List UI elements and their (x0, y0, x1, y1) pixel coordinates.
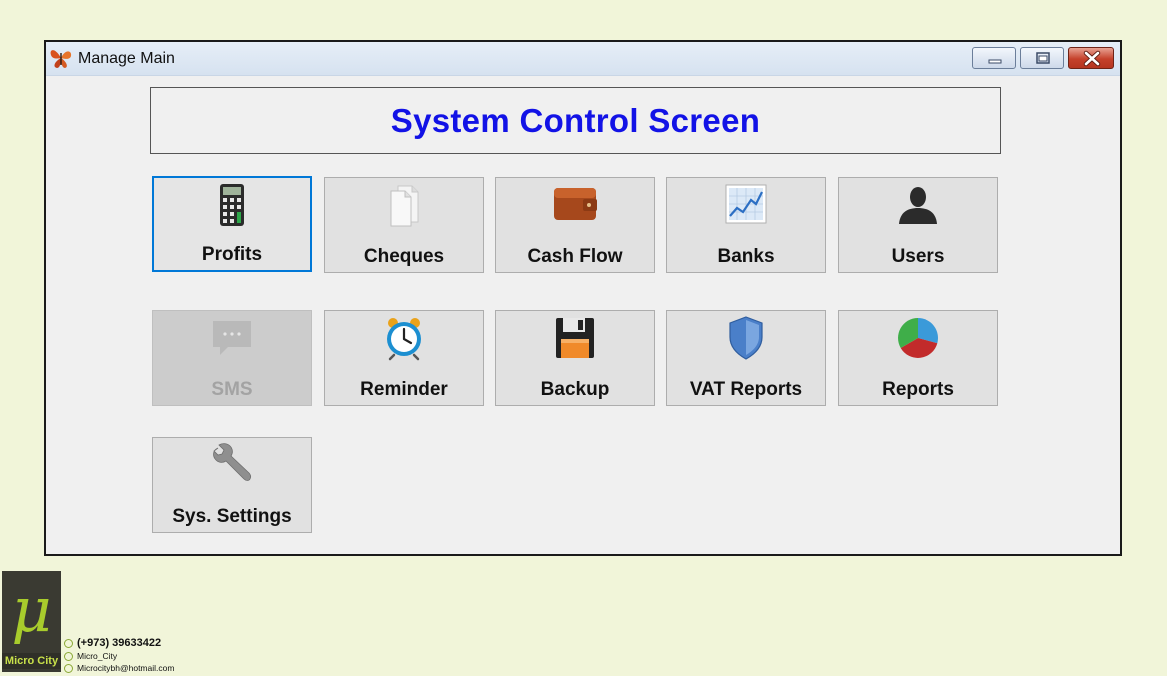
backup-button[interactable]: Backup (495, 310, 655, 406)
window-title: Manage Main (78, 50, 175, 67)
reports-button[interactable]: Reports (838, 310, 998, 406)
calculator-icon (220, 184, 244, 226)
contact-email: Microcitybh@hotmail.com (64, 662, 174, 674)
contact-phone: (+973) 39633422 (64, 636, 174, 650)
users-button[interactable]: Users (838, 177, 998, 273)
chat-bubble-icon (213, 321, 251, 355)
tile-label: Users (891, 246, 945, 267)
floppy-disk-icon (556, 318, 594, 358)
close-icon (1083, 50, 1101, 67)
minimize-icon (988, 59, 1002, 64)
manage-main-window: Manage Main System Control Screen Profit… (44, 40, 1122, 556)
tile-label: Profits (201, 244, 263, 265)
contact-handle: Micro_City (64, 650, 174, 662)
logo-glyph: μ (11, 573, 52, 646)
restore-icon (1036, 52, 1050, 64)
user-icon (899, 187, 937, 224)
page-title: System Control Screen (390, 101, 761, 139)
tile-label: Banks (717, 246, 775, 267)
tile-label: Cash Flow (527, 246, 623, 267)
vat-reports-button[interactable]: VAT Reports (666, 310, 826, 406)
reminder-button[interactable]: Reminder (324, 310, 484, 406)
alarm-clock-icon (387, 318, 421, 361)
email-icon (64, 663, 73, 673)
tile-label: VAT Reports (689, 379, 803, 400)
tile-label: Reminder (360, 379, 448, 400)
documents-icon (390, 185, 419, 227)
instagram-icon (64, 651, 73, 661)
profits-button[interactable]: Profits (152, 176, 312, 272)
phone-icon (64, 638, 73, 648)
cheques-button[interactable]: Cheques (324, 177, 484, 273)
maximize-button[interactable] (1020, 47, 1064, 69)
minimize-button[interactable] (972, 47, 1016, 69)
title-bar[interactable]: Manage Main (46, 42, 1120, 76)
pie-chart-icon (898, 318, 938, 358)
contact-info: (+973) 39633422 Micro_City Microcitybh@h… (64, 636, 174, 674)
tile-label: Sys. Settings (172, 506, 292, 527)
banks-button[interactable]: Banks (666, 177, 826, 273)
micro-city-logo: μ Micro City (2, 571, 61, 672)
tile-label: SMS (211, 379, 253, 400)
header-banner: System Control Screen (150, 87, 1001, 154)
tile-label: Backup (540, 379, 610, 400)
chart-icon (725, 184, 767, 224)
close-button[interactable] (1068, 47, 1114, 69)
sms-button[interactable]: SMS (152, 310, 312, 406)
wrench-icon (213, 443, 252, 481)
cash-flow-button[interactable]: Cash Flow (495, 177, 655, 273)
logo-name: Micro City (2, 653, 61, 669)
wallet-icon (554, 188, 597, 220)
tile-label: Cheques (363, 246, 445, 267)
shield-icon (729, 316, 763, 360)
butterfly-icon (50, 50, 72, 68)
sys-settings-button[interactable]: Sys. Settings (152, 437, 312, 533)
tile-label: Reports (882, 379, 954, 400)
